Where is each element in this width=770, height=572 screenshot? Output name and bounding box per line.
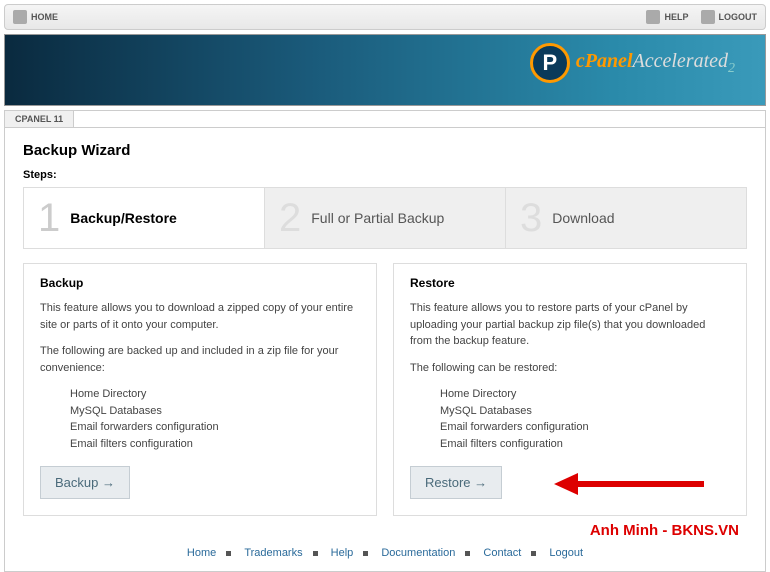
help-link[interactable]: HELP <box>646 10 688 24</box>
home-icon <box>13 10 27 24</box>
page-title: Backup Wizard <box>23 142 747 159</box>
backup-panel: Backup This feature allows you to downlo… <box>23 263 377 516</box>
footer-link-help[interactable]: Help <box>331 547 354 559</box>
cpanel-logo: P cPanelAccelerated2 <box>530 43 735 83</box>
backup-desc-1: This feature allows you to download a zi… <box>40 300 360 333</box>
list-item: Email filters configuration <box>440 436 730 453</box>
topbar: HOME HELP LOGOUT <box>4 4 766 30</box>
logo-accelerated-text: Accelerated <box>633 50 729 72</box>
list-item: MySQL Databases <box>440 403 730 420</box>
restore-desc-1: This feature allows you to restore parts… <box>410 300 730 350</box>
step-number: 1 <box>38 198 60 238</box>
restore-button[interactable]: Restore → <box>410 466 502 499</box>
list-item: Home Directory <box>440 386 730 403</box>
footer-link-trademarks[interactable]: Trademarks <box>244 547 302 559</box>
step-3-download[interactable]: 3 Download <box>505 188 746 248</box>
main-content: Backup Wizard Steps: 1 Backup/Restore 2 … <box>4 127 766 572</box>
logo-circle-icon: P <box>530 43 570 83</box>
steps-label: Steps: <box>23 169 747 181</box>
step-label: Download <box>552 210 614 226</box>
credit-text: Anh Minh - BKNS.VN <box>23 522 739 539</box>
step-number: 3 <box>520 198 542 238</box>
backup-desc-2: The following are backed up and included… <box>40 343 360 376</box>
list-item: Email forwarders configuration <box>70 419 360 436</box>
footer-link-home[interactable]: Home <box>187 547 216 559</box>
breadcrumb: CPANEL 11 <box>4 110 766 127</box>
list-item: Email filters configuration <box>70 436 360 453</box>
backup-button[interactable]: Backup → <box>40 466 130 499</box>
list-item: Home Directory <box>70 386 360 403</box>
logo-sub-text: 2 <box>728 61 735 76</box>
footer-link-contact[interactable]: Contact <box>483 547 521 559</box>
step-2-full-partial[interactable]: 2 Full or Partial Backup <box>264 188 505 248</box>
restore-items-list: Home Directory MySQL Databases Email for… <box>440 386 730 452</box>
logout-link[interactable]: LOGOUT <box>701 10 758 24</box>
annotation-arrow-icon <box>554 469 704 499</box>
logout-icon <box>701 10 715 24</box>
step-label: Backup/Restore <box>70 210 177 226</box>
banner: P cPanelAccelerated2 <box>4 34 766 106</box>
restore-desc-2: The following can be restored: <box>410 360 730 377</box>
restore-title: Restore <box>410 276 730 290</box>
footer-nav: Home Trademarks Help Documentation Conta… <box>23 539 747 563</box>
footer-link-documentation[interactable]: Documentation <box>381 547 455 559</box>
step-label: Full or Partial Backup <box>311 210 444 226</box>
backup-items-list: Home Directory MySQL Databases Email for… <box>70 386 360 452</box>
backup-title: Backup <box>40 276 360 290</box>
logo-cpanel-text: cPanel <box>576 50 633 72</box>
home-link[interactable]: HOME <box>13 10 58 24</box>
restore-panel: Restore This feature allows you to resto… <box>393 263 747 516</box>
help-icon <box>646 10 660 24</box>
wizard-steps: 1 Backup/Restore 2 Full or Partial Backu… <box>23 187 747 249</box>
footer-link-logout[interactable]: Logout <box>549 547 583 559</box>
step-1-backup-restore[interactable]: 1 Backup/Restore <box>24 188 264 248</box>
breadcrumb-item[interactable]: CPANEL 11 <box>5 111 74 127</box>
list-item: MySQL Databases <box>70 403 360 420</box>
step-number: 2 <box>279 198 301 238</box>
list-item: Email forwarders configuration <box>440 419 730 436</box>
